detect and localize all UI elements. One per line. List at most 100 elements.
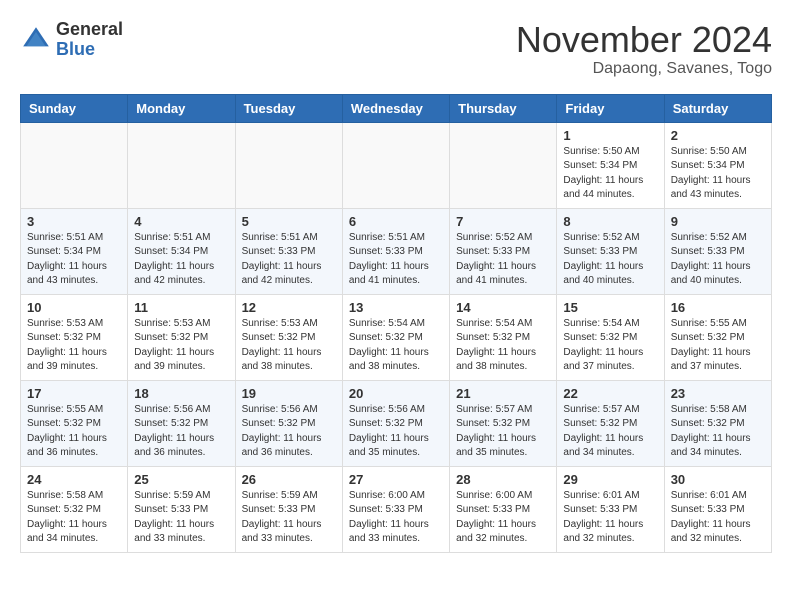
calendar-cell (342, 122, 449, 208)
page-header: General Blue November 2024 Dapaong, Sava… (20, 20, 772, 78)
calendar-cell: 2 Sunrise: 5:50 AMSunset: 5:34 PMDaylight… (664, 122, 771, 208)
calendar-cell: 11Sunrise: 5:53 AMSunset: 5:32 PMDayligh… (128, 294, 235, 380)
day-info: Sunrise: 5:57 AMSunset: 5:32 PMDaylight:… (456, 403, 550, 461)
day-info: Sunrise: 6:00 AMSunset: 5:33 PMDaylight:… (349, 489, 443, 547)
calendar-cell: 24 Sunrise: 5:58 AMSunset: 5:32 PMDayligh… (21, 466, 128, 552)
calendar-week-4: 17 Sunrise: 5:55 AMSunset: 5:32 PMDayligh… (21, 380, 772, 466)
day-info: Sunrise: 5:53 AMSunset: 5:32 PMDaylight:… (242, 317, 336, 375)
day-number: 1 (563, 128, 657, 143)
day-info: Sunrise: 5:54 AMSunset: 5:32 PMDaylight:… (349, 317, 443, 375)
calendar-cell: 30Sunrise: 6:01 AMSunset: 5:33 PMDayligh… (664, 466, 771, 552)
day-number: 4 (134, 214, 228, 229)
calendar-cell: 22 Sunrise: 5:57 AMSunset: 5:32 PMDayligh… (557, 380, 664, 466)
day-number: 24 (27, 472, 121, 487)
day-info: Sunrise: 5:56 AMSunset: 5:32 PMDaylight:… (134, 403, 228, 461)
calendar-cell: 18 Sunrise: 5:56 AMSunset: 5:32 PMDayligh… (128, 380, 235, 466)
calendar-cell (21, 122, 128, 208)
day-info: Sunrise: 5:51 AMSunset: 5:34 PMDaylight:… (134, 231, 228, 289)
day-info: Sunrise: 5:56 AMSunset: 5:32 PMDaylight:… (242, 403, 336, 461)
day-number: 26 (242, 472, 336, 487)
weekday-header-sunday: Sunday (21, 94, 128, 122)
day-number: 16 (671, 300, 765, 315)
day-info: Sunrise: 5:50 AMSunset: 5:34 PMDaylight:… (563, 145, 657, 203)
day-number: 13 (349, 300, 443, 315)
day-info: Sunrise: 5:51 AMSunset: 5:34 PMDaylight:… (27, 231, 121, 289)
day-info: Sunrise: 5:53 AMSunset: 5:32 PMDaylight:… (134, 317, 228, 375)
calendar-cell: 19 Sunrise: 5:56 AMSunset: 5:32 PMDayligh… (235, 380, 342, 466)
day-info: Sunrise: 5:50 AMSunset: 5:34 PMDaylight:… (671, 145, 765, 203)
calendar-cell: 16 Sunrise: 5:55 AMSunset: 5:32 PMDayligh… (664, 294, 771, 380)
day-info: Sunrise: 5:52 AMSunset: 5:33 PMDaylight:… (671, 231, 765, 289)
day-number: 22 (563, 386, 657, 401)
calendar-week-3: 10 Sunrise: 5:53 AMSunset: 5:32 PMDayligh… (21, 294, 772, 380)
day-info: Sunrise: 5:53 AMSunset: 5:32 PMDaylight:… (27, 317, 121, 375)
calendar-cell: 8Sunrise: 5:52 AMSunset: 5:33 PMDaylight… (557, 208, 664, 294)
day-number: 25 (134, 472, 228, 487)
day-number: 17 (27, 386, 121, 401)
day-info: Sunrise: 5:59 AMSunset: 5:33 PMDaylight:… (134, 489, 228, 547)
day-info: Sunrise: 5:58 AMSunset: 5:32 PMDaylight:… (27, 489, 121, 547)
calendar-cell: 6Sunrise: 5:51 AMSunset: 5:33 PMDaylight… (342, 208, 449, 294)
calendar-cell (450, 122, 557, 208)
day-number: 15 (563, 300, 657, 315)
day-number: 23 (671, 386, 765, 401)
calendar-cell: 5 Sunrise: 5:51 AMSunset: 5:33 PMDaylight… (235, 208, 342, 294)
day-info: Sunrise: 5:55 AMSunset: 5:32 PMDaylight:… (671, 317, 765, 375)
calendar-cell: 13 Sunrise: 5:54 AMSunset: 5:32 PMDayligh… (342, 294, 449, 380)
day-info: Sunrise: 5:56 AMSunset: 5:32 PMDaylight:… (349, 403, 443, 461)
calendar-cell: 26 Sunrise: 5:59 AMSunset: 5:33 PMDayligh… (235, 466, 342, 552)
day-info: Sunrise: 5:59 AMSunset: 5:33 PMDaylight:… (242, 489, 336, 547)
calendar-table: SundayMondayTuesdayWednesdayThursdayFrid… (20, 94, 772, 553)
weekday-header-friday: Friday (557, 94, 664, 122)
day-info: Sunrise: 6:01 AMSunset: 5:33 PMDaylight:… (563, 489, 657, 547)
calendar-cell: 28 Sunrise: 6:00 AMSunset: 5:33 PMDayligh… (450, 466, 557, 552)
day-number: 5 (242, 214, 336, 229)
weekday-header-row: SundayMondayTuesdayWednesdayThursdayFrid… (21, 94, 772, 122)
day-number: 6 (349, 214, 443, 229)
day-info: Sunrise: 5:58 AMSunset: 5:32 PMDaylight:… (671, 403, 765, 461)
calendar-cell: 17 Sunrise: 5:55 AMSunset: 5:32 PMDayligh… (21, 380, 128, 466)
day-number: 19 (242, 386, 336, 401)
day-info: Sunrise: 5:57 AMSunset: 5:32 PMDaylight:… (563, 403, 657, 461)
calendar-cell: 15 Sunrise: 5:54 AMSunset: 5:32 PMDayligh… (557, 294, 664, 380)
calendar-cell: 20Sunrise: 5:56 AMSunset: 5:32 PMDayligh… (342, 380, 449, 466)
day-number: 18 (134, 386, 228, 401)
calendar-cell (235, 122, 342, 208)
weekday-header-thursday: Thursday (450, 94, 557, 122)
day-number: 9 (671, 214, 765, 229)
calendar-cell: 14 Sunrise: 5:54 AMSunset: 5:32 PMDayligh… (450, 294, 557, 380)
day-number: 29 (563, 472, 657, 487)
day-number: 7 (456, 214, 550, 229)
day-number: 27 (349, 472, 443, 487)
day-info: Sunrise: 5:54 AMSunset: 5:32 PMDaylight:… (563, 317, 657, 375)
day-info: Sunrise: 5:54 AMSunset: 5:32 PMDaylight:… (456, 317, 550, 375)
day-info: Sunrise: 6:00 AMSunset: 5:33 PMDaylight:… (456, 489, 550, 547)
location-subtitle: Dapaong, Savanes, Togo (516, 60, 772, 78)
calendar-cell (128, 122, 235, 208)
logo-icon (20, 24, 52, 56)
calendar-week-2: 3Sunrise: 5:51 AMSunset: 5:34 PMDaylight… (21, 208, 772, 294)
calendar-week-5: 24 Sunrise: 5:58 AMSunset: 5:32 PMDayligh… (21, 466, 772, 552)
calendar-cell: 10 Sunrise: 5:53 AMSunset: 5:32 PMDayligh… (21, 294, 128, 380)
day-info: Sunrise: 5:52 AMSunset: 5:33 PMDaylight:… (456, 231, 550, 289)
day-number: 2 (671, 128, 765, 143)
day-info: Sunrise: 5:55 AMSunset: 5:32 PMDaylight:… (27, 403, 121, 461)
day-number: 14 (456, 300, 550, 315)
weekday-header-tuesday: Tuesday (235, 94, 342, 122)
weekday-header-saturday: Saturday (664, 94, 771, 122)
day-number: 12 (242, 300, 336, 315)
calendar-cell: 3Sunrise: 5:51 AMSunset: 5:34 PMDaylight… (21, 208, 128, 294)
month-title: November 2024 (516, 20, 772, 60)
day-number: 10 (27, 300, 121, 315)
weekday-header-monday: Monday (128, 94, 235, 122)
calendar-cell: 21Sunrise: 5:57 AMSunset: 5:32 PMDayligh… (450, 380, 557, 466)
calendar-cell: 4 Sunrise: 5:51 AMSunset: 5:34 PMDaylight… (128, 208, 235, 294)
calendar-cell: 9 Sunrise: 5:52 AMSunset: 5:33 PMDaylight… (664, 208, 771, 294)
calendar-week-1: 1 Sunrise: 5:50 AMSunset: 5:34 PMDaylight… (21, 122, 772, 208)
day-info: Sunrise: 5:51 AMSunset: 5:33 PMDaylight:… (242, 231, 336, 289)
calendar-cell: 23 Sunrise: 5:58 AMSunset: 5:32 PMDayligh… (664, 380, 771, 466)
calendar-cell: 27 Sunrise: 6:00 AMSunset: 5:33 PMDayligh… (342, 466, 449, 552)
day-number: 28 (456, 472, 550, 487)
title-area: November 2024 Dapaong, Savanes, Togo (516, 20, 772, 78)
calendar-cell: 7 Sunrise: 5:52 AMSunset: 5:33 PMDaylight… (450, 208, 557, 294)
